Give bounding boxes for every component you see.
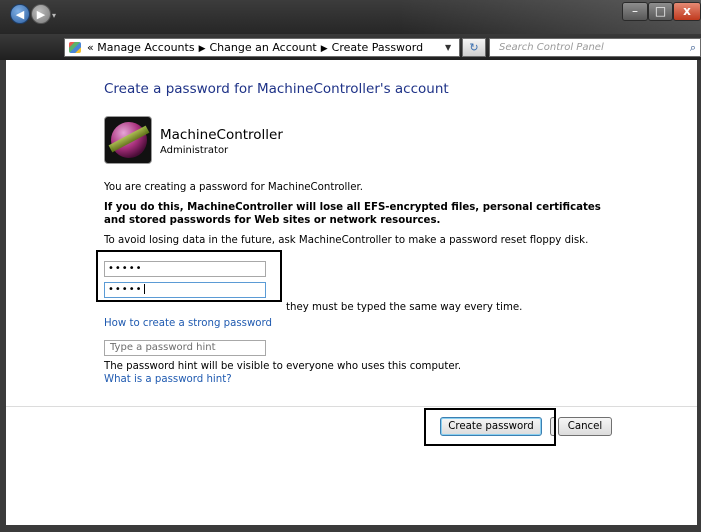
window-right-border [697, 60, 701, 532]
maximize-button[interactable]: □ [648, 2, 673, 21]
password-hint-link[interactable]: What is a password hint? [104, 374, 232, 385]
case-sensitivity-note: they must be typed the same way every ti… [286, 302, 523, 313]
password-hint-field[interactable]: Type a password hint [104, 340, 266, 356]
close-button[interactable]: x [673, 2, 701, 21]
refresh-icon: ↻ [469, 41, 479, 54]
window-bottom-border [0, 525, 701, 532]
avoid-data-loss-text: To avoid losing data in the future, ask … [104, 235, 589, 246]
minimize-button[interactable]: – [622, 2, 648, 21]
back-arrow-icon: ◀ [15, 8, 25, 21]
forward-button[interactable]: ▶ [31, 4, 51, 24]
create-button-highlight [424, 408, 556, 446]
password-hint-placeholder: Type a password hint [110, 342, 216, 353]
breadcrumb: « Manage Accounts ▶ Change an Account ▶ Crea… [87, 39, 423, 58]
back-button[interactable]: ◀ [10, 4, 30, 24]
breadcrumb-separator-icon[interactable]: ▶ [199, 44, 206, 54]
hint-visibility-note: The password hint will be visible to eve… [104, 361, 462, 372]
strong-password-link[interactable]: How to create a strong password [104, 318, 272, 329]
warning-text: If you do this, MachineController will l… [104, 202, 601, 226]
info-creating-text: You are creating a password for MachineC… [104, 182, 363, 193]
control-panel-icon [69, 42, 81, 53]
title-bar [0, 0, 701, 34]
user-avatar-icon [104, 116, 152, 164]
password-fields-highlight [96, 250, 282, 302]
window-left-border [0, 60, 6, 532]
search-icon[interactable]: ⌕ [690, 39, 696, 56]
address-dropdown-icon[interactable]: ▼ [445, 39, 451, 56]
account-role: Administrator [160, 145, 229, 156]
account-name: MachineController [160, 127, 283, 143]
search-placeholder: Search Control Panel [499, 42, 604, 53]
breadcrumb-separator-icon[interactable]: ▶ [321, 44, 328, 54]
footer-divider [6, 406, 697, 407]
breadcrumb-change-account[interactable]: Change an Account [210, 41, 317, 54]
address-bar[interactable]: « Manage Accounts ▶ Change an Account ▶ Crea… [64, 38, 460, 57]
search-input[interactable]: Search Control Panel ⌕ [489, 38, 701, 57]
page-title: Create a password for MachineController'… [104, 81, 449, 97]
forward-arrow-icon: ▶ [36, 8, 46, 21]
control-panel-window: – □ x ◀ ▶ ▾ « Manage Accounts ▶ Change an … [0, 0, 701, 532]
breadcrumb-manage-accounts[interactable]: Manage Accounts [97, 41, 194, 54]
breadcrumb-create-password[interactable]: Create Password [332, 41, 423, 54]
breadcrumb-overflow[interactable]: « [87, 41, 94, 54]
recent-pages-dropdown-icon[interactable]: ▾ [52, 11, 56, 20]
cancel-button[interactable]: Cancel [558, 417, 612, 436]
refresh-button[interactable]: ↻ [462, 38, 486, 57]
